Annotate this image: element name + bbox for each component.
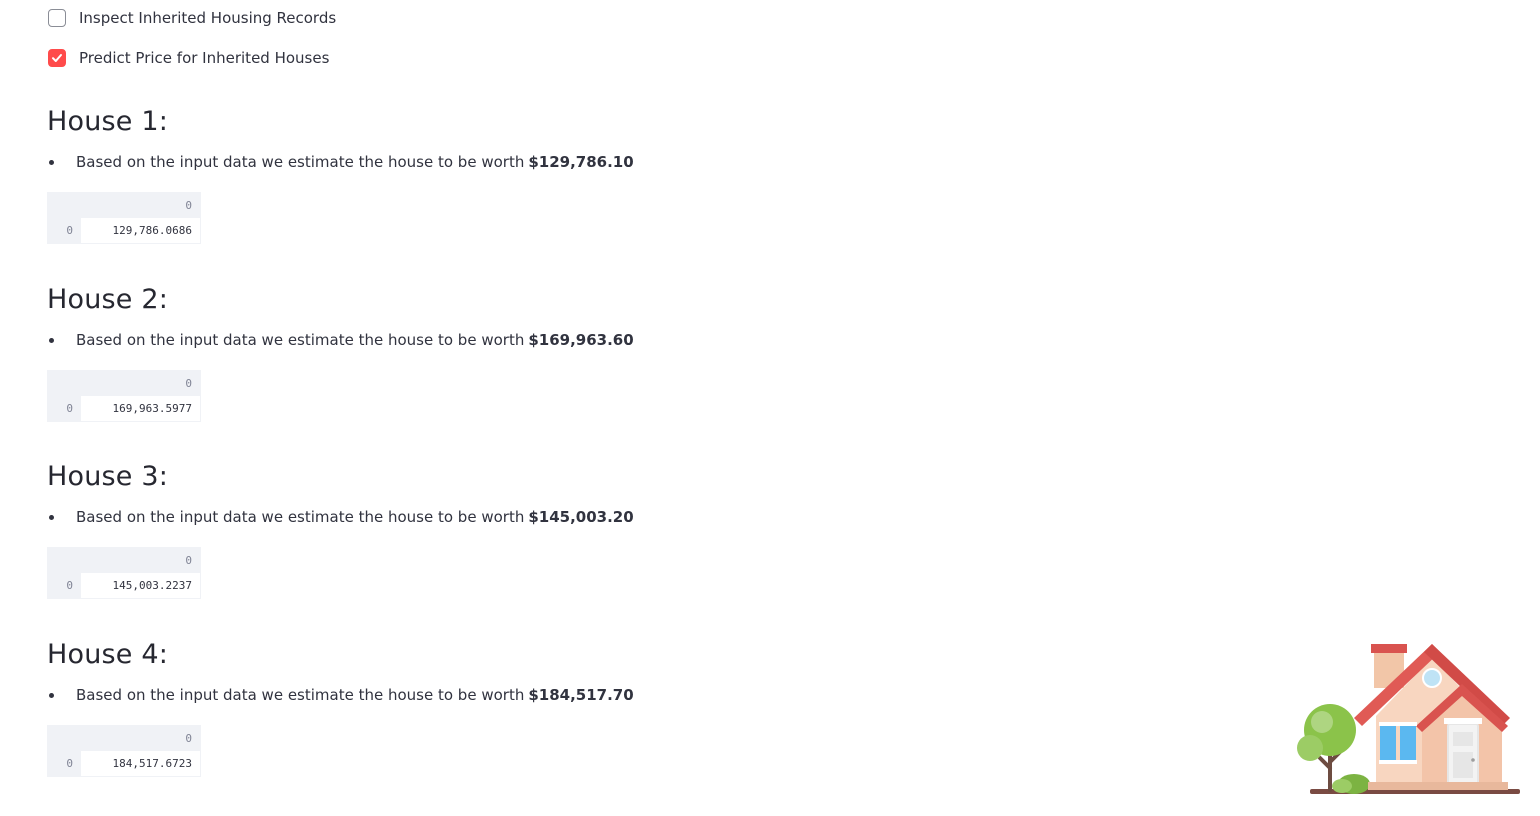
- estimate-list-item: Based on the input data we estimate the …: [47, 151, 747, 173]
- house-with-tree-icon: [1292, 638, 1520, 798]
- dataframe-row-index: 0: [47, 396, 81, 422]
- estimate-text: Based on the input data we estimate the …: [76, 508, 525, 526]
- table-row: 0 145,003.2237: [47, 573, 201, 599]
- house-title: House 4:: [47, 639, 169, 670]
- checkbox-unchecked-icon[interactable]: [48, 9, 66, 27]
- dataframe-row-index: 0: [47, 573, 81, 599]
- estimate-value: $129,786.10: [528, 153, 634, 171]
- house-section-3: House 3: Based on the input data we esti…: [47, 461, 747, 599]
- bullet-icon: [49, 693, 54, 698]
- house-title: House 2:: [47, 284, 169, 315]
- table-row: 0 169,963.5977: [47, 396, 201, 422]
- checkbox-label: Inspect Inherited Housing Records: [79, 9, 337, 27]
- house-title: House 3:: [47, 461, 169, 492]
- estimate-text: Based on the input data we estimate the …: [76, 686, 525, 704]
- bullet-icon: [49, 515, 54, 520]
- dataframe-row-index: 0: [47, 218, 81, 244]
- dataframe-corner-cell: [47, 725, 81, 751]
- estimate-value: $184,517.70: [528, 686, 634, 704]
- estimate-value: $145,003.20: [528, 508, 634, 526]
- house-section-4: House 4: Based on the input data we esti…: [47, 639, 747, 777]
- prediction-dataframe[interactable]: 0 0 145,003.2237: [47, 547, 201, 599]
- table-row: 0 129,786.0686: [47, 218, 201, 244]
- estimate-list-item: Based on the input data we estimate the …: [47, 329, 747, 351]
- dataframe-value-cell[interactable]: 129,786.0686: [81, 218, 201, 244]
- dataframe-column-header[interactable]: 0: [81, 547, 201, 573]
- bullet-icon: [49, 160, 54, 165]
- estimate-value: $169,963.60: [528, 331, 634, 349]
- bullet-icon: [49, 338, 54, 343]
- prediction-dataframe[interactable]: 0 0 129,786.0686: [47, 192, 201, 244]
- dataframe-corner-cell: [47, 370, 81, 396]
- dataframe-value-cell[interactable]: 145,003.2237: [81, 573, 201, 599]
- checkbox-label: Predict Price for Inherited Houses: [79, 49, 330, 67]
- dataframe-corner-cell: [47, 192, 81, 218]
- estimate-list-item: Based on the input data we estimate the …: [47, 506, 747, 528]
- house-section-1: House 1: Based on the input data we esti…: [47, 106, 747, 244]
- checkbox-checked-icon[interactable]: [48, 49, 66, 67]
- dataframe-corner-cell: [47, 547, 81, 573]
- estimate-text: Based on the input data we estimate the …: [76, 331, 525, 349]
- table-row: 0 184,517.6723: [47, 751, 201, 777]
- dataframe-column-header[interactable]: 0: [81, 725, 201, 751]
- prediction-dataframe[interactable]: 0 0 169,963.5977: [47, 370, 201, 422]
- estimate-list-item: Based on the input data we estimate the …: [47, 684, 747, 706]
- inspect-records-checkbox[interactable]: Inspect Inherited Housing Records: [48, 9, 336, 27]
- dataframe-value-cell[interactable]: 184,517.6723: [81, 751, 201, 777]
- dataframe-column-header[interactable]: 0: [81, 192, 201, 218]
- house-section-2: House 2: Based on the input data we esti…: [47, 284, 747, 422]
- house-title: House 1:: [47, 106, 169, 137]
- dataframe-column-header[interactable]: 0: [81, 370, 201, 396]
- prediction-dataframe[interactable]: 0 0 184,517.6723: [47, 725, 201, 777]
- dataframe-row-index: 0: [47, 751, 81, 777]
- predict-price-checkbox[interactable]: Predict Price for Inherited Houses: [48, 49, 329, 67]
- estimate-text: Based on the input data we estimate the …: [76, 153, 525, 171]
- dataframe-value-cell[interactable]: 169,963.5977: [81, 396, 201, 422]
